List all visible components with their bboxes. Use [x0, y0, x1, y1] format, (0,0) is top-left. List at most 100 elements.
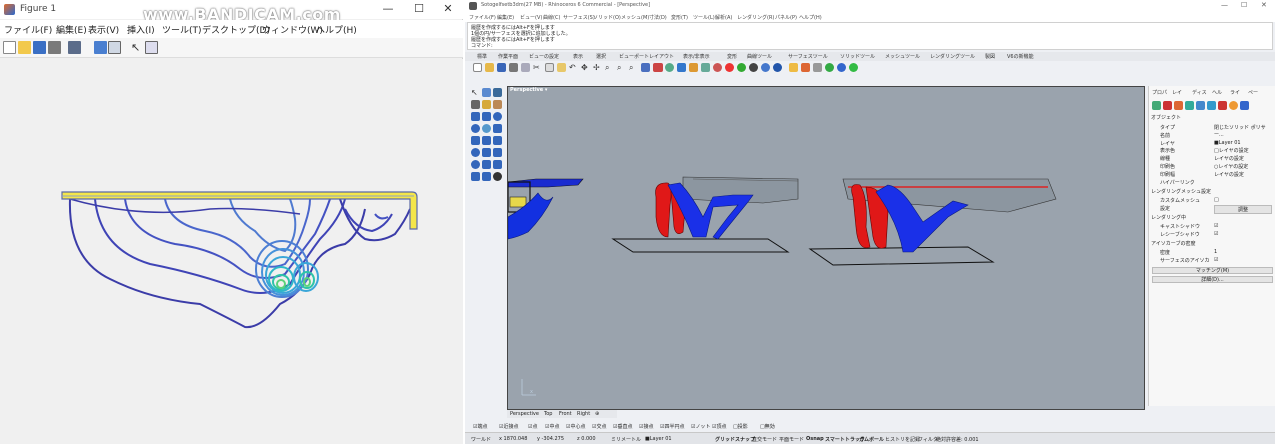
cylinder-icon[interactable] [482, 124, 491, 133]
dimension-icon[interactable] [482, 172, 491, 181]
menu-desktop[interactable]: デスクトップ(D) [202, 23, 270, 36]
light-icon[interactable] [789, 63, 798, 72]
status-layer[interactable]: ■Layer 01 [645, 436, 672, 442]
rotate-view-icon[interactable]: ✢ [593, 63, 602, 72]
add-viewport-button[interactable]: ⊕ [595, 411, 599, 417]
rhino-menu-transform[interactable]: 変形(T) [671, 14, 688, 21]
status-record-history[interactable]: ヒストリを記録 [885, 436, 920, 443]
cut-icon[interactable]: ✂ [533, 63, 542, 72]
custom-mesh-checkbox[interactable]: □ [1214, 197, 1219, 203]
scale-icon[interactable] [493, 160, 502, 169]
rhino-menu-surface[interactable]: サーフェス(S) [563, 14, 595, 21]
tab-mesh-tools[interactable]: メッシュツール [885, 53, 920, 60]
prop-linetype-value[interactable]: レイヤの設定 [1214, 155, 1244, 162]
property-editor-icon[interactable] [145, 41, 158, 54]
details-button[interactable]: 詳細(D)... [1152, 276, 1273, 283]
mesh-icon[interactable] [471, 172, 480, 181]
4-view-icon[interactable] [665, 63, 674, 72]
circle-icon[interactable] [493, 100, 502, 109]
osnap-end[interactable]: ☑端点 [473, 423, 487, 430]
osnap-quad[interactable]: ☑四半円点 [660, 423, 684, 430]
status-ortho[interactable]: 直交モード [752, 436, 777, 443]
tab-select[interactable]: 選択 [596, 53, 606, 60]
panel-tab-lights[interactable]: ライ [1230, 89, 1240, 96]
rotate-icon[interactable] [482, 160, 491, 169]
rhino-menu-view[interactable]: ビュー(V) [520, 14, 542, 21]
osnap-disable[interactable]: □無効 [760, 423, 775, 430]
hide-icon[interactable] [701, 63, 710, 72]
viewport-tab-front[interactable]: Front [559, 411, 572, 417]
layer-icon[interactable] [725, 63, 734, 72]
osnap-tan[interactable]: ☑接点 [639, 423, 653, 430]
new-figure-icon[interactable] [3, 41, 16, 54]
rectangle-icon[interactable] [471, 112, 480, 121]
tab-curve-tools[interactable]: 曲線ツール [747, 53, 772, 60]
osnap-near[interactable]: ☑近接点 [499, 423, 518, 430]
texture-icon[interactable] [1185, 101, 1194, 110]
environment-icon[interactable] [849, 63, 858, 72]
maximize-button[interactable]: ☐ [409, 2, 429, 16]
minimize-button[interactable]: — [378, 2, 398, 16]
extrude-icon[interactable] [493, 112, 502, 121]
rhino-menu-analyze[interactable]: 解析(A) [715, 14, 732, 21]
status-cplane[interactable]: ワールド [471, 436, 491, 443]
command-area[interactable]: 履歴を作成するにはAlt+Fを押します 1個の円/サーフェスを選択に追加しました… [467, 22, 1273, 50]
density-input[interactable]: 1 [1214, 249, 1217, 255]
tab-display[interactable]: 表示 [573, 53, 583, 60]
polyline-icon[interactable] [493, 88, 502, 97]
select-arrow-icon[interactable]: ↖ [471, 88, 480, 97]
insert-colorbar-icon[interactable] [94, 41, 107, 54]
viewport-tab-perspective[interactable]: Perspective [510, 411, 539, 417]
shaded-icon[interactable] [761, 63, 770, 72]
viewport-tab-top[interactable]: Top [544, 411, 552, 417]
prop-printwidth-value[interactable]: レイヤの設定 [1214, 171, 1244, 178]
rhino-menu-mesh[interactable]: メッシュ(M) [621, 14, 649, 21]
rhino-menu-render[interactable]: レンダリング(R) [737, 14, 774, 21]
prop-layer-value[interactable]: ■Layer 01 [1214, 140, 1241, 146]
decal-icon[interactable] [1174, 101, 1183, 110]
receive-shadow-checkbox[interactable]: ☑ [1214, 231, 1218, 237]
mesh-adjust-button[interactable]: 調整 [1214, 205, 1272, 214]
status-units[interactable]: ミリメートル [611, 436, 641, 443]
print-icon[interactable] [509, 63, 518, 72]
mapping-icon[interactable] [1196, 101, 1205, 110]
osnap-knot[interactable]: ☑ノット [691, 423, 710, 430]
pan-icon[interactable]: ✥ [581, 63, 590, 72]
open-icon[interactable] [18, 41, 31, 54]
osnap-point[interactable]: ☑点 [528, 423, 537, 430]
menu-view[interactable]: 表示(V) [88, 23, 119, 36]
menu-insert[interactable]: 挿入(I) [127, 23, 155, 36]
perspective-viewport[interactable]: x [507, 86, 1145, 410]
color-icon[interactable] [737, 63, 746, 72]
tab-set-view[interactable]: ビューの設定 [529, 53, 559, 60]
viewport-tab-right[interactable]: Right [577, 411, 590, 417]
rhino-maximize-button[interactable]: ☐ [1241, 1, 1247, 9]
panel-tab-help[interactable]: ヘル [1212, 89, 1222, 96]
cone-icon[interactable] [471, 136, 480, 145]
rhino-close-button[interactable]: ✕ [1261, 1, 1267, 9]
rhino-menu-tools[interactable]: ツール(L) [693, 14, 715, 21]
rhino-menu-dimension[interactable]: 寸法(D) [649, 14, 667, 21]
save-icon[interactable] [497, 63, 506, 72]
material-props-icon[interactable] [1163, 101, 1172, 110]
menu-tools[interactable]: ツール(T) [162, 23, 202, 36]
copy-icon[interactable] [545, 63, 554, 72]
save-icon[interactable] [33, 41, 46, 54]
panel-tab-properties[interactable]: プロパ [1152, 89, 1167, 96]
prop-color-value[interactable]: □レイヤの設定 [1214, 147, 1249, 154]
menu-window[interactable]: ウィンドウ(W) [262, 23, 323, 36]
osnap-vertex[interactable]: ☑頂点 [712, 423, 726, 430]
panel-tab-layers[interactable]: レイ [1172, 89, 1182, 96]
zoom-extents-icon[interactable]: ⌕ [629, 63, 638, 72]
zoom-window-icon[interactable]: ⌕ [617, 63, 626, 72]
menu-file[interactable]: ファイル(F) [4, 23, 52, 36]
boolean-diff-icon[interactable] [482, 148, 491, 157]
object-props-icon[interactable] [1152, 101, 1161, 110]
tab-viewport-layout[interactable]: ビューポートレイアウト [619, 53, 674, 60]
box-icon[interactable] [493, 124, 502, 133]
surface-iso-checkbox[interactable]: ☑ [1214, 257, 1218, 263]
panel-tab-display[interactable]: ディス [1192, 89, 1207, 96]
undo-view-icon[interactable] [653, 63, 663, 72]
curve-piping-icon[interactable] [1229, 101, 1238, 110]
sphere-tool-icon[interactable] [471, 124, 480, 133]
